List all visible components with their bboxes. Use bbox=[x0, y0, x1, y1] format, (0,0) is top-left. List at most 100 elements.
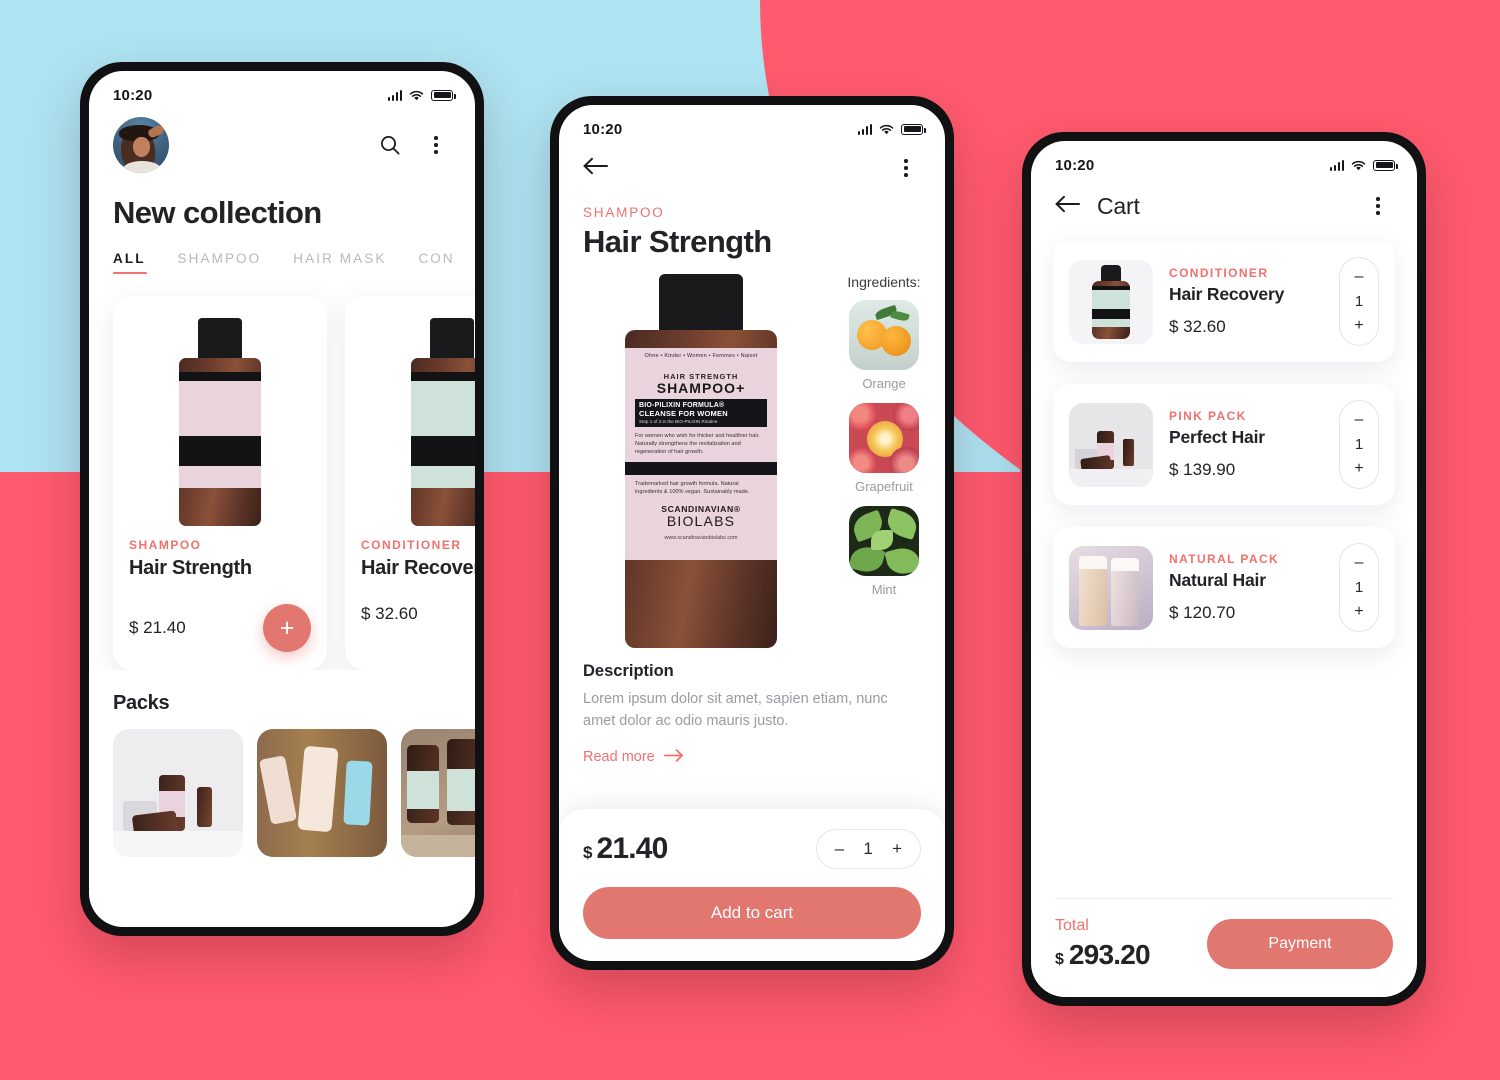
pack-thumbnail-pink[interactable] bbox=[113, 729, 243, 857]
orange-icon[interactable] bbox=[849, 300, 919, 370]
status-icons bbox=[857, 123, 926, 135]
tab-conditioner[interactable]: CON bbox=[418, 251, 454, 274]
description-title: Description bbox=[583, 662, 674, 680]
packs-section-title: Packs bbox=[113, 692, 170, 714]
increase-quantity-button[interactable]: + bbox=[1354, 461, 1363, 477]
page-title: New collection bbox=[113, 195, 322, 230]
bottle-url: www.scandinavianbiolabs.com bbox=[664, 535, 738, 542]
tab-shampoo[interactable]: SHAMPOO bbox=[178, 251, 262, 274]
battery-icon bbox=[901, 123, 926, 135]
search-icon[interactable] bbox=[375, 130, 405, 160]
product-category: SHAMPOO bbox=[583, 205, 665, 220]
back-arrow-icon[interactable] bbox=[583, 157, 609, 180]
ingredients-panel: Ingredients: Orange Grapefruit Mint bbox=[837, 274, 945, 648]
total-value: $ 293.20 bbox=[1055, 939, 1151, 971]
status-bar: 10:20 bbox=[89, 71, 475, 109]
cart-item-name: Perfect Hair bbox=[1169, 427, 1265, 447]
cart-item-list: CONDITIONER Hair Recovery $ 32.60 – 1 + bbox=[1031, 221, 1417, 648]
bottle-line4: CLEANSE FOR WOMEN bbox=[639, 408, 728, 418]
decrease-quantity-button[interactable]: – bbox=[1355, 269, 1364, 285]
decrease-quantity-button[interactable]: – bbox=[1355, 412, 1364, 428]
product-card-list: SHAMPOO Hair Strength $ 21.40 + CONDITIO… bbox=[89, 274, 475, 670]
battery-icon bbox=[431, 89, 456, 101]
cart-item-price: $ 139.90 bbox=[1169, 460, 1236, 479]
increase-quantity-button[interactable]: + bbox=[1354, 318, 1363, 334]
page-title: Cart bbox=[1097, 192, 1140, 219]
product-image-shampoo bbox=[129, 312, 311, 532]
avatar[interactable] bbox=[113, 117, 169, 173]
status-icons bbox=[1329, 159, 1398, 171]
add-to-cart-button[interactable]: Add to cart bbox=[583, 887, 921, 939]
divider bbox=[1055, 898, 1393, 899]
ingredient-name: Grapefruit bbox=[855, 479, 913, 494]
detail-footer-top: $ 21.40 – 1 + bbox=[583, 829, 921, 869]
more-options-icon[interactable] bbox=[1363, 191, 1393, 221]
product-card[interactable]: CONDITIONER Hair Recovery $ 32.60 bbox=[345, 296, 475, 670]
quantity-stepper: – 1 + bbox=[815, 829, 921, 869]
tab-hair-mask[interactable]: HAIR MASK bbox=[293, 251, 386, 274]
bottle-line5: Step 1 of 3 in the BIO-PILIXIN Routine bbox=[639, 418, 718, 424]
total-currency: $ bbox=[1055, 951, 1064, 968]
packs-list bbox=[89, 715, 475, 857]
header-actions bbox=[375, 130, 451, 160]
status-time: 10:20 bbox=[583, 120, 623, 138]
product-hero-image: Ohne • Kinder • Women • Femmes • Naiset … bbox=[559, 274, 837, 648]
read-more-link[interactable]: Read more bbox=[583, 748, 921, 766]
phone-product-detail: 10:20 SHAMPOO Hair Strength Ohne • Kinde… bbox=[550, 96, 954, 970]
mint-icon[interactable] bbox=[849, 506, 919, 576]
increase-quantity-button[interactable]: + bbox=[892, 839, 902, 859]
payment-button[interactable]: Payment bbox=[1207, 919, 1393, 969]
quantity-stepper: – 1 + bbox=[1339, 543, 1379, 632]
decrease-quantity-button[interactable]: – bbox=[1355, 555, 1364, 571]
total-amount: 293.20 bbox=[1068, 939, 1151, 970]
product-card[interactable]: SHAMPOO Hair Strength $ 21.40 + bbox=[113, 296, 327, 670]
signal-icon bbox=[1329, 159, 1344, 171]
arrow-right-icon bbox=[663, 748, 684, 766]
cart-item-category: CONDITIONER bbox=[1169, 266, 1269, 280]
ingredient-name: Orange bbox=[862, 376, 906, 391]
more-options-icon[interactable] bbox=[891, 153, 921, 183]
signal-icon bbox=[857, 123, 872, 135]
decrease-quantity-button[interactable]: – bbox=[835, 839, 844, 859]
back-arrow-icon[interactable] bbox=[1055, 195, 1081, 218]
screen-new-collection: 10:20 New collection ALL SHAMPOO HAIR MA… bbox=[89, 71, 475, 927]
add-to-cart-button[interactable]: + bbox=[263, 604, 311, 652]
cart-item-thumbnail-natural-pack bbox=[1069, 545, 1153, 630]
cart-item[interactable]: PINK PACK Perfect Hair $ 139.90 – 1 + bbox=[1053, 384, 1395, 505]
ingredient-item: Grapefruit bbox=[837, 403, 931, 494]
quantity-value: 1 bbox=[863, 839, 873, 858]
category-tabs: ALL SHAMPOO HAIR MASK CON bbox=[89, 231, 475, 274]
more-options-icon[interactable] bbox=[421, 130, 451, 160]
cart-footer: Total $ 293.20 Payment bbox=[1031, 898, 1417, 971]
product-image-conditioner bbox=[361, 312, 475, 532]
product-category: CONDITIONER bbox=[361, 538, 462, 552]
cart-item[interactable]: CONDITIONER Hair Recovery $ 32.60 – 1 + bbox=[1053, 241, 1395, 362]
cart-item-category: NATURAL PACK bbox=[1169, 552, 1280, 566]
grapefruit-icon[interactable] bbox=[849, 403, 919, 473]
cart-item-price: $ 32.60 bbox=[1169, 317, 1226, 336]
price-currency: $ bbox=[583, 843, 593, 862]
cart-item-info: CONDITIONER Hair Recovery $ 32.60 bbox=[1169, 266, 1323, 337]
phone-new-collection: 10:20 New collection ALL SHAMPOO HAIR MA… bbox=[80, 62, 484, 936]
bottle-body2: Trademarked hair growth formula. Natural… bbox=[635, 481, 750, 496]
tab-all[interactable]: ALL bbox=[113, 251, 147, 274]
quantity-value: 1 bbox=[1354, 579, 1364, 596]
signal-icon bbox=[387, 89, 402, 101]
pack-thumbnail-natural[interactable] bbox=[401, 729, 475, 857]
cart-header: Cart bbox=[1031, 179, 1417, 221]
product-name: Hair Strength bbox=[129, 557, 252, 579]
product-category: SHAMPOO bbox=[129, 538, 202, 552]
bottle-brand2: BIOLABS bbox=[666, 513, 736, 530]
cart-item[interactable]: NATURAL PACK Natural Hair $ 120.70 – 1 + bbox=[1053, 527, 1395, 648]
increase-quantity-button[interactable]: + bbox=[1354, 604, 1363, 620]
product-price: $ 32.60 bbox=[361, 604, 418, 623]
status-bar: 10:20 bbox=[559, 105, 945, 143]
wifi-icon bbox=[1351, 160, 1366, 171]
cart-item-info: NATURAL PACK Natural Hair $ 120.70 bbox=[1169, 552, 1323, 623]
status-time: 10:20 bbox=[113, 86, 153, 104]
pack-thumbnail-waves[interactable] bbox=[257, 729, 387, 857]
product-card-footer: $ 21.40 + bbox=[129, 604, 311, 652]
cart-header-left: Cart bbox=[1055, 193, 1140, 220]
detail-header bbox=[559, 143, 945, 183]
wifi-icon bbox=[879, 124, 894, 135]
